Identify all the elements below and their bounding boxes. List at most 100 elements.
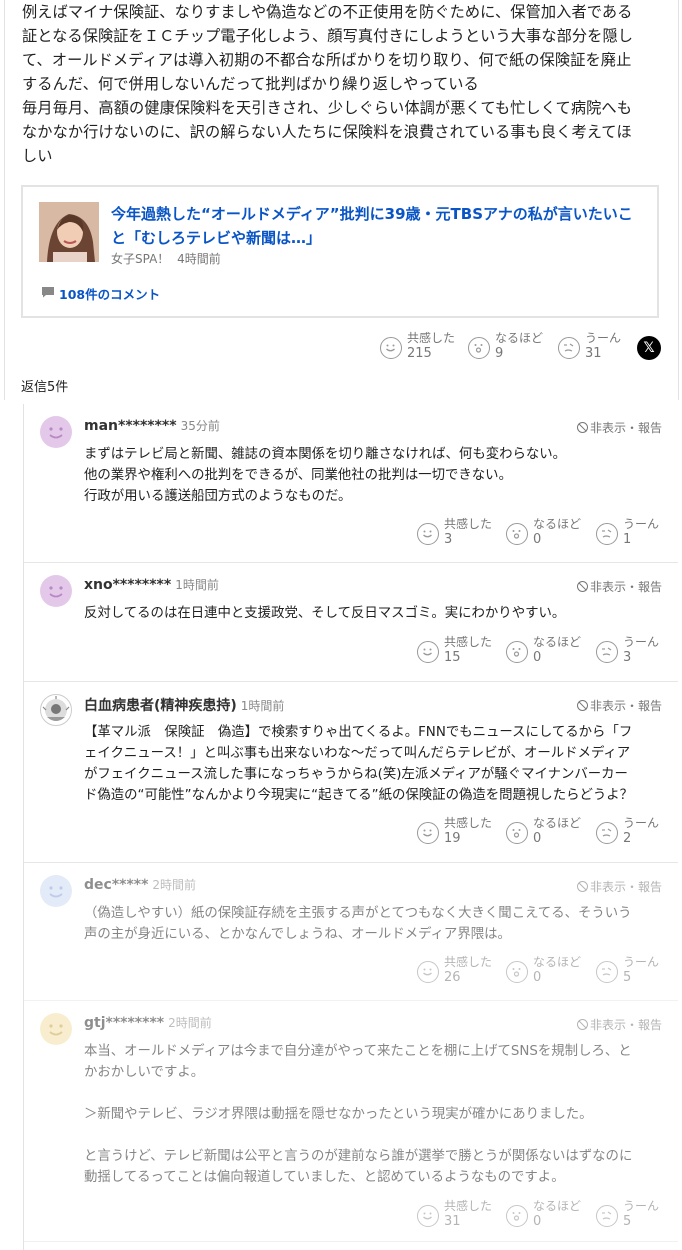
surprised-icon <box>468 337 490 359</box>
reply-line: ェイクニュース！」と叫ぶ事も出来ないわな〜だって叫んだらテレビが、オールドメディ… <box>84 746 631 761</box>
article-link-card[interactable]: 今年過熱した“オールドメディア”批判に39歳・元TBSアナの私が言いたいこ と「… <box>21 185 659 318</box>
reply-item: xno******** 1時間前 非表示・報告 反対してるのは在日連中と支援政党、… <box>24 563 678 682</box>
surprised-icon <box>506 822 528 844</box>
uun-button[interactable]: うーん 2 <box>596 816 662 846</box>
hide-report-button[interactable]: 非表示・報告 <box>576 578 662 595</box>
reply-user[interactable]: 白血病患者(精神疾患持) 1時間前 <box>84 695 284 715</box>
naruhodo-label: なるほど <box>533 635 582 649</box>
reply-user[interactable]: man******** 35分前 <box>84 417 220 434</box>
main-comment-line: 例えばマイナ保険証、なりすましや偽造などの不正使用を防ぐために、保管加入者である <box>22 3 633 21</box>
empathy-count: 15 <box>444 650 461 665</box>
reply-user[interactable]: dec***** 2時間前 <box>84 876 196 893</box>
uun-count: 1 <box>623 532 632 547</box>
empathy-label: 共感した <box>444 635 493 649</box>
confused-icon <box>596 822 618 844</box>
empathy-button[interactable]: 共感した 31 <box>417 1199 506 1229</box>
ban-icon <box>576 700 588 711</box>
reply-username[interactable]: man******** <box>84 418 177 434</box>
reply-username[interactable]: gtj******** <box>84 1015 164 1031</box>
reply-list: man******** 35分前 非表示・報告 まずはテレビ局と新聞、雑誌の資本関… <box>23 404 678 1250</box>
avatar[interactable] <box>40 694 72 726</box>
reply-line: 反対してるのは在日連中と支援政党、そして反日マスゴミ。実にわかりやすい。 <box>84 606 566 621</box>
article-comments-link[interactable]: 108件のコメント <box>41 284 160 303</box>
main-reactions: 共感した 215 なるほど 9 うーん 31 <box>380 331 636 361</box>
reply-body: まずはテレビ局と新聞、雑誌の資本関係を切り離さなければ、何も変わらない。 他の業… <box>84 444 664 507</box>
empathy-button[interactable]: 共感した 3 <box>417 517 506 547</box>
article-thumbnail[interactable] <box>39 202 99 262</box>
article-title[interactable]: 今年過熱した“オールドメディア”批判に39歳・元TBSアナの私が言いたいこ と「… <box>111 202 641 250</box>
naruhodo-button[interactable]: なるほど 0 <box>506 816 596 846</box>
hide-report-label: 非表示・報告 <box>589 880 662 894</box>
main-comment-line: するんだ、何で併用しないんだって批判ばかり繰り返しやっている <box>22 75 479 93</box>
avatar[interactable] <box>40 875 72 907</box>
reply-line: かおかしいですよ。 <box>84 1065 205 1080</box>
uun-label: うーん <box>623 1199 660 1213</box>
empathy-label: 共感した <box>444 517 493 531</box>
smile-icon <box>380 337 402 359</box>
surprised-icon <box>506 641 528 663</box>
reply-time: 2時間前 <box>152 878 197 892</box>
article-comments-count: 108件のコメント <box>59 287 161 302</box>
reply-username[interactable]: 白血病患者(精神疾患持) <box>84 698 237 714</box>
article-time: 4時間前 <box>177 252 221 266</box>
uun-count: 5 <box>623 970 632 985</box>
naruhodo-button[interactable]: なるほど 0 <box>506 635 596 665</box>
naruhodo-button[interactable]: なるほど 0 <box>506 517 596 547</box>
confused-icon <box>596 523 618 545</box>
uun-count: 2 <box>623 831 632 846</box>
naruhodo-button[interactable]: なるほど 0 <box>506 1199 596 1229</box>
reply-user[interactable]: gtj******** 2時間前 <box>84 1014 212 1031</box>
main-comment-line: なかなか行けないのに、訳の解らない人たちに保険料を浪費されている事も良く考えてほ <box>22 123 632 141</box>
hide-report-button[interactable]: 非表示・報告 <box>576 1016 662 1033</box>
hide-report-button[interactable]: 非表示・報告 <box>576 878 662 895</box>
reply-username[interactable]: dec***** <box>84 877 148 893</box>
reply-line: まずはテレビ局と新聞、雑誌の資本関係を切り離さなければ、何も変わらない。 <box>84 447 567 462</box>
reply-user[interactable]: xno******** 1時間前 <box>84 576 219 593</box>
surprised-icon <box>506 1205 528 1227</box>
ban-icon <box>576 1019 588 1030</box>
smile-icon <box>417 961 439 983</box>
ban-icon <box>576 422 588 433</box>
reply-line: 他の業界や権利への批判をできるが、同業他社の批判は一切できない。 <box>84 468 512 483</box>
article-source: 女子SPA！ <box>111 252 170 266</box>
reply-line: ド偽造の“可能性”なんかより今現実に“起きてる”紙の保険証の偽造を問題視したらど… <box>84 788 634 803</box>
naruhodo-count: 0 <box>533 532 542 547</box>
avatar[interactable] <box>40 575 72 607</box>
empathy-button[interactable]: 共感した 26 <box>417 955 506 985</box>
naruhodo-label: なるほど <box>533 1199 582 1213</box>
uun-button[interactable]: うーん 5 <box>596 955 662 985</box>
avatar[interactable] <box>40 1013 72 1045</box>
uun-label: うーん <box>623 955 660 969</box>
naruhodo-button[interactable]: なるほど 0 <box>506 955 596 985</box>
empathy-label: 共感した <box>444 816 493 830</box>
hide-report-button[interactable]: 非表示・報告 <box>576 697 662 714</box>
uun-button[interactable]: うーん 5 <box>596 1199 662 1229</box>
article-meta: 女子SPA！ 4時間前 <box>111 250 221 267</box>
empathy-button[interactable]: 共感した 19 <box>417 816 506 846</box>
reply-line: 【革マル派 保険証 偽造】で検索すりゃ出てくるよ。FNNでもニュースにしてるから… <box>84 725 633 740</box>
main-comment-line: しい <box>22 147 53 165</box>
avatar[interactable] <box>40 416 72 448</box>
x-share-button[interactable]: 𝕏 <box>637 336 661 360</box>
naruhodo-button[interactable]: なるほど 9 <box>468 331 558 361</box>
uun-button[interactable]: うーん 31 <box>558 331 636 361</box>
reply-count[interactable]: 返信5件 <box>21 376 68 395</box>
reply-item: man******** 35分前 非表示・報告 まずはテレビ局と新聞、雑誌の資本関… <box>24 404 678 563</box>
uun-count: 5 <box>623 1214 632 1229</box>
main-comment-line: て、オールドメディアは導入初期の不都合な所ばかりを切り取り、何で紙の保険証を廃止 <box>22 51 632 69</box>
confused-icon <box>596 1205 618 1227</box>
reply-line: 動揺してるってことは偏向報道していました、と認めているようなものですよ。 <box>84 1170 565 1185</box>
uun-button[interactable]: うーん 3 <box>596 635 662 665</box>
uun-button[interactable]: うーん 1 <box>596 517 662 547</box>
uun-label: うーん <box>585 331 622 345</box>
empathy-button[interactable]: 共感した 15 <box>417 635 506 665</box>
empathy-button[interactable]: 共感した 215 <box>380 331 468 361</box>
main-comment-text: 例えばマイナ保険証、なりすましや偽造などの不正使用を防ぐために、保管加入者である… <box>22 0 667 168</box>
reply-line: 行政が用いる護送船団方式のようなものだ。 <box>84 489 352 504</box>
ban-icon <box>576 581 588 592</box>
smile-icon <box>417 523 439 545</box>
reply-username[interactable]: xno******** <box>84 577 171 593</box>
reply-body: 本当、オールドメディアは今まで自分達がやって来たことを棚に上げてSNSを規制しろ… <box>84 1041 664 1188</box>
reply-time: 1時間前 <box>175 578 219 592</box>
hide-report-button[interactable]: 非表示・報告 <box>576 419 662 436</box>
